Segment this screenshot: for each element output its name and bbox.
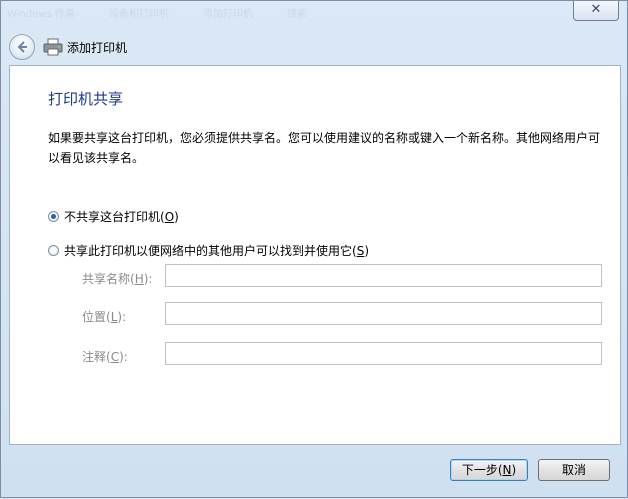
comment-accel: C	[110, 350, 120, 364]
next-button-accel: N	[502, 463, 512, 477]
page-title: 打印机共享	[48, 90, 124, 108]
next-button-label: 下一步	[461, 463, 498, 477]
radio-no-share-label: 不共享这台打印机	[64, 210, 161, 224]
cancel-button-label: 取消	[561, 463, 586, 477]
share-name-label-text: 共享名称	[82, 272, 131, 286]
ghost-title-4: 搜索	[286, 9, 307, 20]
radio-share-accel-close: )	[364, 243, 370, 258]
radio-no-share-accel-close: )	[174, 209, 179, 224]
titlebar-background-text: Windows 传真 设备和打印机 添加打印机 搜索	[7, 5, 427, 23]
location-accel: L	[110, 310, 118, 324]
window-title: 添加打印机	[67, 40, 128, 55]
share-name-input[interactable]	[165, 264, 602, 287]
navigation-bar: 添加打印机	[9, 32, 621, 62]
ghost-title-3: 添加打印机	[202, 9, 253, 20]
radio-share-indicator[interactable]	[48, 245, 59, 256]
ghost-title-1: Windows 传真	[7, 9, 75, 20]
share-name-accel: H	[134, 272, 144, 286]
printer-icon	[43, 38, 63, 56]
back-arrow-icon	[17, 41, 27, 53]
radio-no-share-indicator[interactable]	[48, 211, 59, 222]
dialog-footer: 下一步(N) 取消	[1, 445, 627, 499]
radio-share-accel: S	[356, 243, 365, 258]
comment-input[interactable]	[165, 342, 602, 365]
radio-share[interactable]: 共享此打印机以便网络中的其他用户可以找到并使用它 (S)	[48, 242, 369, 259]
radio-no-share-accel: O	[164, 209, 175, 224]
share-name-label: 共享名称(H):	[82, 272, 153, 286]
location-label-text: 位置	[82, 310, 107, 324]
location-input[interactable]	[165, 302, 602, 325]
close-button[interactable]: ✕	[573, 1, 619, 21]
radio-no-share[interactable]: 不共享这台打印机 (O)	[48, 208, 179, 225]
ghost-title-2: 设备和打印机	[108, 9, 169, 20]
main-panel: 打印机共享 如果要共享这台打印机，您必须提供共享名。您可以使用建议的名称或键入一…	[9, 65, 621, 445]
close-icon: ✕	[590, 2, 602, 17]
cancel-button[interactable]: 取消	[538, 459, 610, 481]
radio-share-label: 共享此打印机以便网络中的其他用户可以找到并使用它	[64, 244, 353, 258]
add-printer-dialog: Windows 传真 设备和打印机 添加打印机 搜索 ✕ 添加打印机 打印机共享…	[0, 0, 628, 498]
description-text: 如果要共享这台打印机，您必须提供共享名。您可以使用建议的名称或键入一个新名称。其…	[48, 131, 601, 165]
next-button[interactable]: 下一步(N)	[450, 459, 528, 481]
back-button[interactable]	[9, 34, 35, 60]
location-label: 位置(L):	[82, 310, 127, 324]
comment-label: 注释(C):	[82, 350, 128, 364]
comment-label-text: 注释	[82, 350, 107, 364]
